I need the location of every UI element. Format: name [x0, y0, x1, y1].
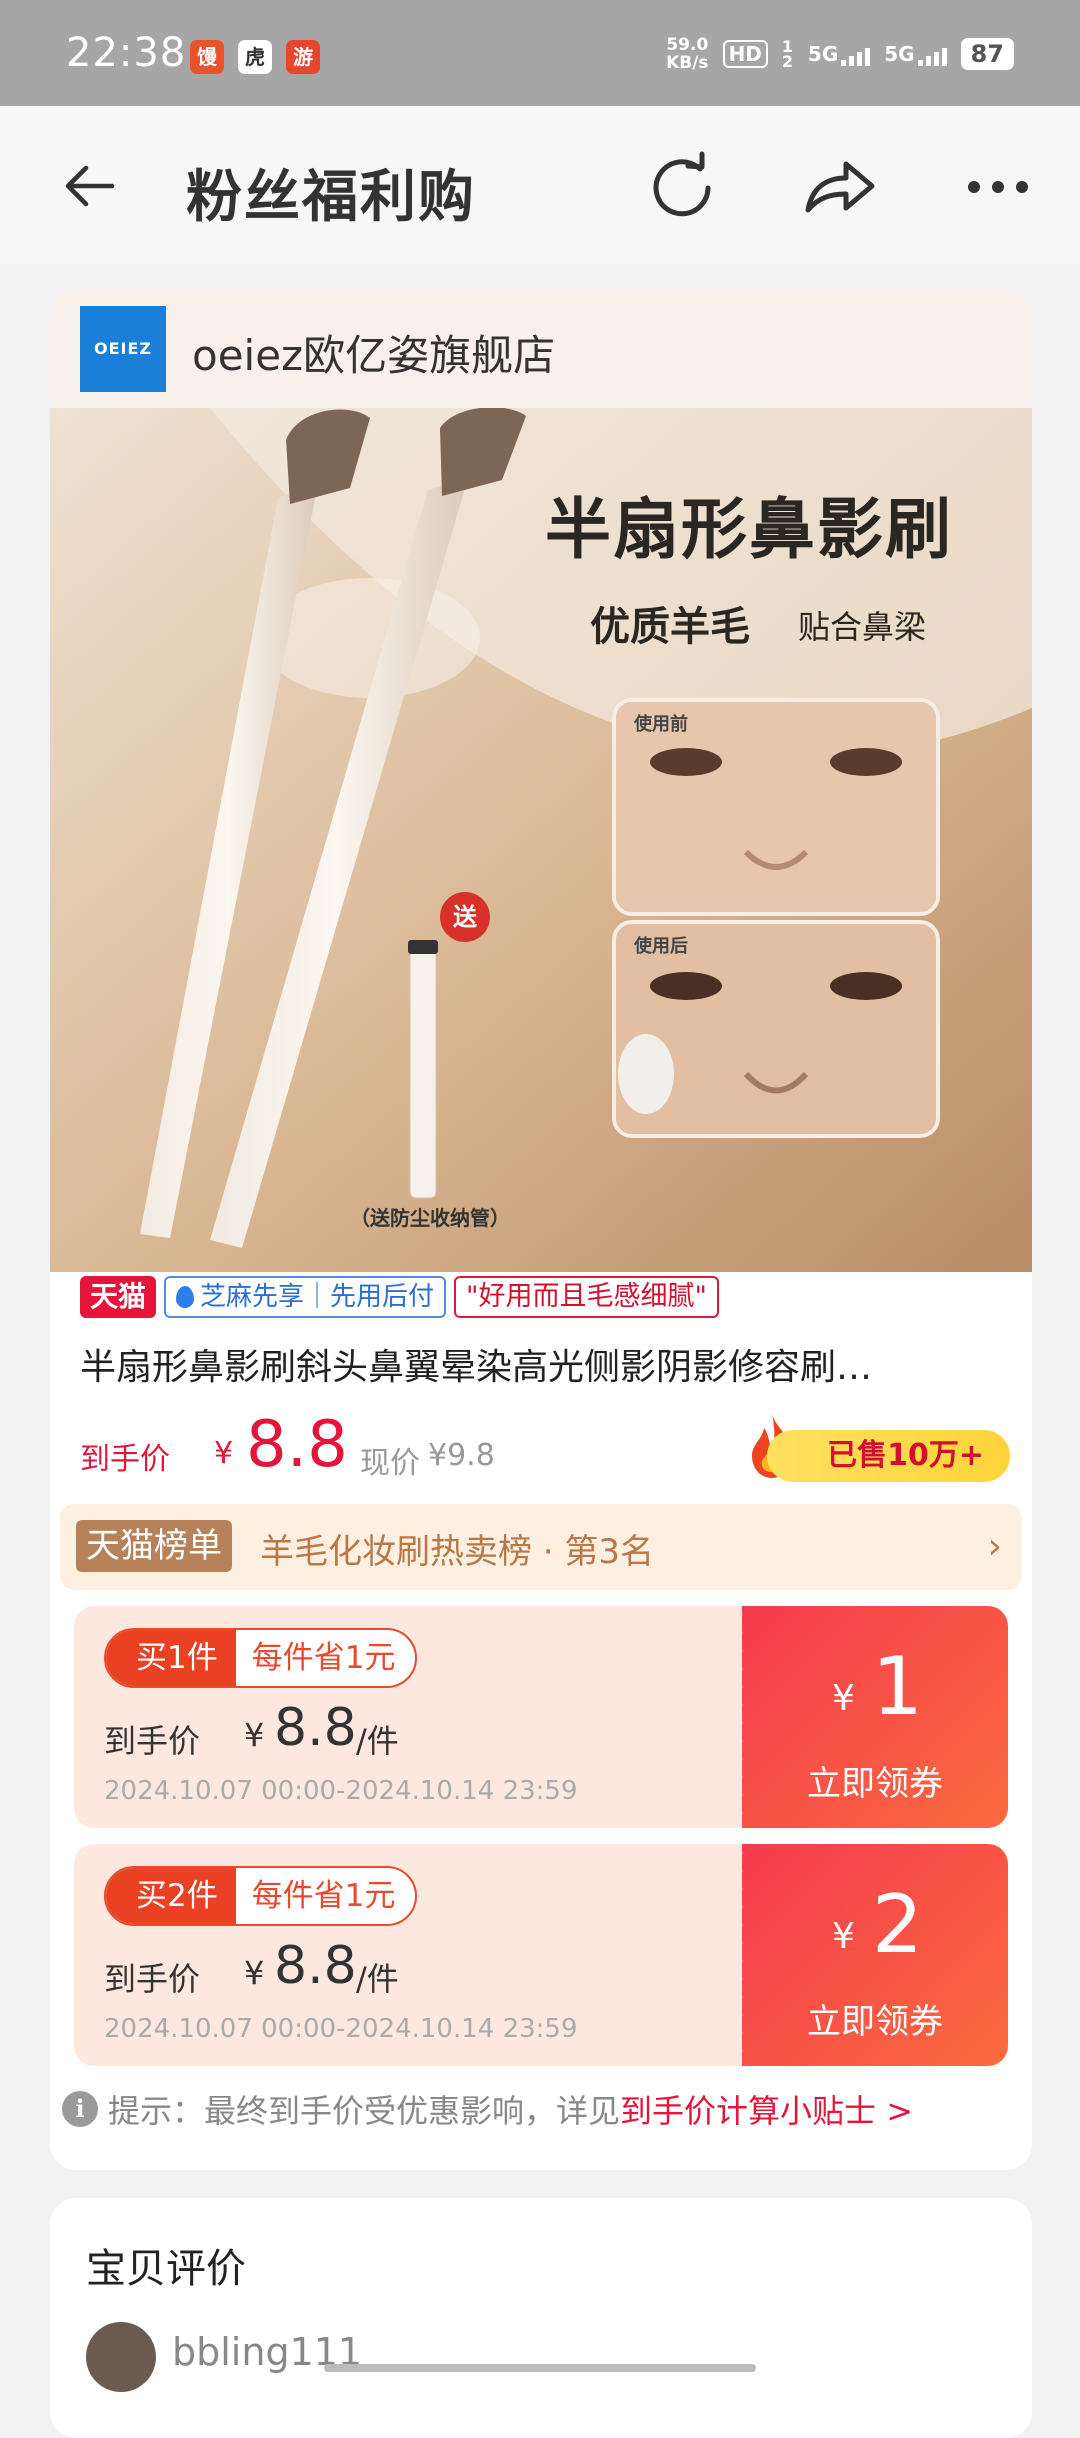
- status-time: 22:38: [66, 30, 187, 76]
- before-label: 使用前: [634, 714, 688, 735]
- coupon-amount: 2: [872, 1878, 923, 1971]
- app-header: 粉丝福利购: [0, 106, 1080, 264]
- hero-subtitle: 优质羊毛: [590, 603, 750, 650]
- hero-subtitle: 贴合鼻梁: [798, 608, 927, 646]
- coupon-card[interactable]: 买1件 每件省1元 到手价 ¥ 8.8 /件 2024.10.07 00:00-…: [74, 1606, 1008, 1828]
- status-app-icons: 馒 虎 游: [190, 40, 320, 74]
- hero-headline: 半扇形鼻影刷: [545, 490, 953, 568]
- reviews-title: 宝贝评价: [86, 2246, 246, 2292]
- final-price: 8.8: [246, 1408, 348, 1482]
- coupon-validity: 2024.10.07 00:00-2024.10.14 23:59: [104, 1776, 578, 1806]
- back-arrow-icon[interactable]: [60, 156, 120, 216]
- coupon-condition: 买1件 每件省1元: [104, 1628, 418, 1688]
- claim-coupon-button[interactable]: ¥ 2 立即领券: [736, 1844, 1008, 2066]
- current-price-label: 现价: [360, 1446, 420, 1481]
- claim-label: 立即领券: [807, 1764, 943, 1804]
- signal-icon: 5G: [884, 42, 947, 66]
- coupon-details: 买1件 每件省1元 到手价 ¥ 8.8 /件 2024.10.07 00:00-…: [74, 1606, 742, 1828]
- coupon-details: 买2件 每件省1元 到手价 ¥ 8.8 /件 2024.10.07 00:00-…: [74, 1844, 742, 2066]
- app-notification-icon: 游: [286, 40, 320, 74]
- rank-text: 羊毛化妆刷热卖榜 · 第3名: [260, 1532, 655, 1572]
- coupon-card[interactable]: 买2件 每件省1元 到手价 ¥ 8.8 /件 2024.10.07 00:00-…: [74, 1844, 1008, 2066]
- page-title: 粉丝福利购: [186, 165, 476, 230]
- before-photo: 使用前: [612, 698, 940, 916]
- coupon-validity: 2024.10.07 00:00-2024.10.14 23:59: [104, 2014, 578, 2044]
- store-header[interactable]: OEIEZ oeiez欧亿姿旗舰店: [50, 290, 1032, 408]
- current-price: ¥9.8: [428, 1438, 495, 1473]
- currency-symbol: ¥: [214, 1436, 234, 1471]
- gift-badge: 送: [440, 892, 490, 942]
- product-title[interactable]: 半扇形鼻影刷斜头鼻翼晕染高光侧影阴影修容刷…: [80, 1338, 1000, 1390]
- price-tip: i 提示：最终到手价受优惠影响，详见 到手价计算小贴士 >: [62, 2086, 913, 2132]
- status-indicators: 59.0 KB/s HD 1 2 5G 5G 87: [666, 36, 1014, 72]
- app-notification-icon: 馒: [190, 40, 224, 74]
- sold-count-badge: 已售10万+: [767, 1430, 1010, 1482]
- share-icon[interactable]: [800, 152, 880, 222]
- reviews-section[interactable]: 宝贝评价 bbling111: [50, 2198, 1032, 2438]
- product-card: OEIEZ oeiez欧亿姿旗舰店 半扇形鼻影刷 优质羊毛 贴合鼻梁 使用前 使…: [50, 290, 1032, 2170]
- after-photo: 使用后: [612, 920, 940, 1138]
- price-row: 到手价 ¥ 8.8 现价 ¥9.8 已售10万+: [80, 1408, 1010, 1488]
- tmall-badge: 天猫: [80, 1276, 157, 1318]
- claim-coupon-button[interactable]: ¥ 1 立即领券: [736, 1606, 1008, 1828]
- app-notification-icon: 虎: [238, 40, 272, 74]
- home-indicator[interactable]: [324, 2364, 756, 2372]
- signal-icon: 5G: [808, 42, 871, 66]
- battery-icon: 87: [960, 38, 1014, 70]
- gift-caption: （送防尘收纳管）: [350, 1206, 510, 1230]
- product-badges: 天猫 芝麻先享｜先用后付 "好用而且毛感细腻": [80, 1275, 719, 1319]
- network-speed: 59.0 KB/s: [666, 35, 709, 73]
- review-quote-badge: "好用而且毛感细腻": [454, 1276, 719, 1318]
- more-options-icon[interactable]: [962, 162, 1034, 212]
- zhima-badge: 芝麻先享｜先用后付: [164, 1276, 447, 1318]
- refresh-icon[interactable]: [646, 150, 722, 226]
- water-drop-icon: [176, 1286, 195, 1308]
- info-icon: i: [62, 2091, 98, 2127]
- hd-icon: HD: [722, 40, 768, 68]
- coupon-final-price: 8.8: [274, 1936, 357, 1996]
- price-tips-link[interactable]: 到手价计算小贴士 >: [620, 2086, 913, 2132]
- product-image[interactable]: 半扇形鼻影刷 优质羊毛 贴合鼻梁 使用前 使用后 送 （送防尘收纳管）: [50, 408, 1032, 1272]
- final-price-label: 到手价: [80, 1442, 170, 1477]
- after-label: 使用后: [634, 936, 688, 957]
- chevron-right-icon: ›: [987, 1526, 1002, 1567]
- rank-banner[interactable]: 天猫榜单 羊毛化妆刷热卖榜 · 第3名 ›: [60, 1504, 1022, 1590]
- store-logo: OEIEZ: [80, 306, 166, 392]
- store-name[interactable]: oeiez欧亿姿旗舰店: [192, 322, 555, 383]
- claim-label: 立即领券: [807, 2002, 943, 2042]
- status-bar: 22:38 馒 虎 游 59.0 KB/s HD 1 2 5G 5G 87: [0, 0, 1080, 106]
- coupon-condition: 买2件 每件省1元: [104, 1866, 418, 1926]
- sim-indicator: 1 2: [781, 37, 794, 71]
- coupon-final-price: 8.8: [274, 1698, 357, 1758]
- tip-text: 提示：最终到手价受优惠影响，详见: [108, 2092, 621, 2130]
- avatar: [86, 2322, 156, 2392]
- coupon-amount: 1: [872, 1640, 923, 1733]
- rank-tag: 天猫榜单: [76, 1520, 232, 1572]
